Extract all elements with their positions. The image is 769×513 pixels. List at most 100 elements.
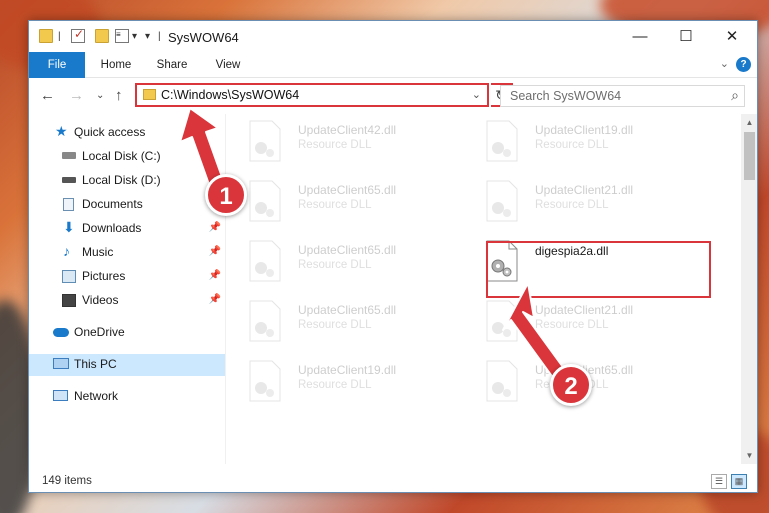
sidebar-item-label: Pictures [82,269,126,283]
pin-icon[interactable]: 📌 [209,270,221,281]
sidebar-item-label: Network [74,389,119,403]
scroll-down-icon[interactable]: ▼ [741,447,757,464]
tab-home[interactable]: Home [91,52,141,78]
sidebar-item-label: OneDrive [74,325,125,339]
file-name: UpdateClient19.dll [298,363,397,377]
scrollbar-thumb[interactable] [744,132,755,180]
pin-icon[interactable]: 📌 [209,294,221,305]
sidebar-item-label: Quick access [74,125,146,139]
address-bar[interactable]: C:\Windows\SysWOW64 ⌄ ↻ [135,83,513,107]
recent-locations-icon[interactable]: ⌄ [96,90,104,101]
sidebar-item-local-disk-d[interactable]: Local Disk (D:) [29,170,225,192]
separator: | [158,31,161,42]
help-icon[interactable]: ? [736,57,751,72]
sidebar-item-label: Local Disk (C:) [82,149,161,163]
step-badge-1: 1 [205,174,247,216]
videos-icon [62,294,76,307]
file-name: UpdateClient21.dll [535,183,634,197]
file-item[interactable]: UpdateClient65.dll Resource DLL [226,174,461,228]
cloud-icon [53,328,69,337]
sidebar-item-quick-access[interactable]: ★ Quick access [29,122,225,144]
properties-icon[interactable] [71,27,85,43]
sidebar-item-label: This PC [74,357,117,371]
file-type: Resource DLL [298,139,372,151]
file-name: UpdateClient65.dll [298,243,397,257]
documents-icon [63,198,74,211]
chevron-down-icon[interactable]: ⌄ [472,88,481,101]
sidebar-item-local-disk-c[interactable]: Local Disk (C:) [29,146,225,168]
file-item[interactable]: UpdateClient21.dll Resource DLL [463,174,698,228]
file-type: Resource DLL [535,139,609,151]
window-title: SysWOW64 [168,30,239,45]
sidebar-item-label: Videos [82,293,119,307]
file-item[interactable]: UpdateClient42.dll Resource DLL [226,114,461,168]
vertical-scrollbar[interactable]: ▲ ▼ [741,114,757,464]
drive-icon [62,152,76,159]
file-item[interactable]: UpdateClient19.dll Resource DLL [463,114,698,168]
file-type: Resource DLL [298,259,372,271]
view-menu-icon[interactable]: ≡ [115,29,129,43]
tab-view[interactable]: View [203,52,253,78]
sidebar-item-onedrive[interactable]: OneDrive [29,322,225,344]
file-type: Resource DLL [298,319,372,331]
dll-file-icon [249,300,281,342]
close-button[interactable]: ✕ [709,21,755,52]
file-name: UpdateClient42.dll [298,123,397,137]
download-icon: ⬇ [63,219,75,235]
network-icon [53,390,68,401]
sidebar-item-label: Downloads [82,221,142,235]
sidebar-item-label: Local Disk (D:) [82,173,161,187]
file-item[interactable]: UpdateClient21.dll Resource DLL [463,294,698,348]
chevron-down-icon[interactable]: ▾ [132,31,137,42]
file-item[interactable]: UpdateClient65.dll Resource DLL [226,294,461,348]
star-icon: ★ [55,123,68,139]
dll-file-icon [249,180,281,222]
address-path[interactable]: C:\Windows\SysWOW64 [161,88,299,102]
dll-file-icon [249,240,281,282]
forward-arrow-icon[interactable]: → [69,87,84,104]
file-type: Resource DLL [298,379,372,391]
sidebar-item-network[interactable]: Network [29,386,225,408]
sidebar-item-this-pc[interactable]: This PC [29,354,225,376]
search-icon[interactable]: ⌕ [731,87,739,104]
file-item[interactable]: UpdateClient19.dll Resource DLL [226,354,461,408]
search-input[interactable]: Search SysWOW64 ⌕ [500,85,745,107]
file-list: UpdateClient42.dll Resource DLL UpdateCl… [226,114,741,464]
dll-file-icon [249,360,281,402]
minimize-button[interactable]: — [617,21,663,52]
details-view-icon[interactable]: ☰ [711,474,727,489]
maximize-button[interactable]: ☐ [663,21,709,52]
expand-ribbon-icon[interactable]: ⌄ [720,57,729,70]
large-icons-view-icon[interactable]: ▦ [731,474,747,489]
pin-icon[interactable]: 📌 [209,222,221,233]
scroll-up-icon[interactable]: ▲ [741,114,757,131]
item-count: 149 items [42,475,92,487]
file-name: UpdateClient65.dll [298,183,397,197]
title-bar: | ≡ ▾ ▾ | SysWOW64 — ☐ ✕ [29,21,757,52]
separator: | [58,31,61,42]
sidebar-item-label: Music [82,245,114,259]
dll-file-icon [249,120,281,162]
explorer-window: | ≡ ▾ ▾ | SysWOW64 — ☐ ✕ File Home Share… [28,20,758,493]
tab-share[interactable]: Share [147,52,197,78]
file-name: UpdateClient19.dll [535,123,634,137]
dll-file-icon [486,180,518,222]
navigation-bar: ← → ⌄ ↑ C:\Windows\SysWOW64 ⌄ ↻ Search S… [29,78,757,114]
sidebar-item-downloads[interactable]: ⬇ Downloads 📌 [29,218,225,240]
sidebar-item-documents[interactable]: Documents 📌 [29,194,225,216]
back-arrow-icon[interactable]: ← [40,87,55,104]
file-highlight-box [486,241,711,298]
sidebar-item-videos[interactable]: Videos 📌 [29,290,225,312]
ribbon-tabs: File Home Share View ⌄ ? [29,52,757,78]
sidebar-item-pictures[interactable]: Pictures 📌 [29,266,225,288]
file-item[interactable]: UpdateClient65.dll Resource DLL [226,234,461,288]
customize-toolbar-icon[interactable]: ▾ [145,31,150,42]
dll-file-icon [486,120,518,162]
sidebar-item-music[interactable]: ♪ Music 📌 [29,242,225,264]
music-icon: ♪ [63,243,70,259]
new-folder-icon[interactable] [95,29,109,43]
dll-file-icon [486,300,518,342]
pin-icon[interactable]: 📌 [209,246,221,257]
tab-file[interactable]: File [29,52,85,78]
up-arrow-icon[interactable]: ↑ [115,87,123,104]
